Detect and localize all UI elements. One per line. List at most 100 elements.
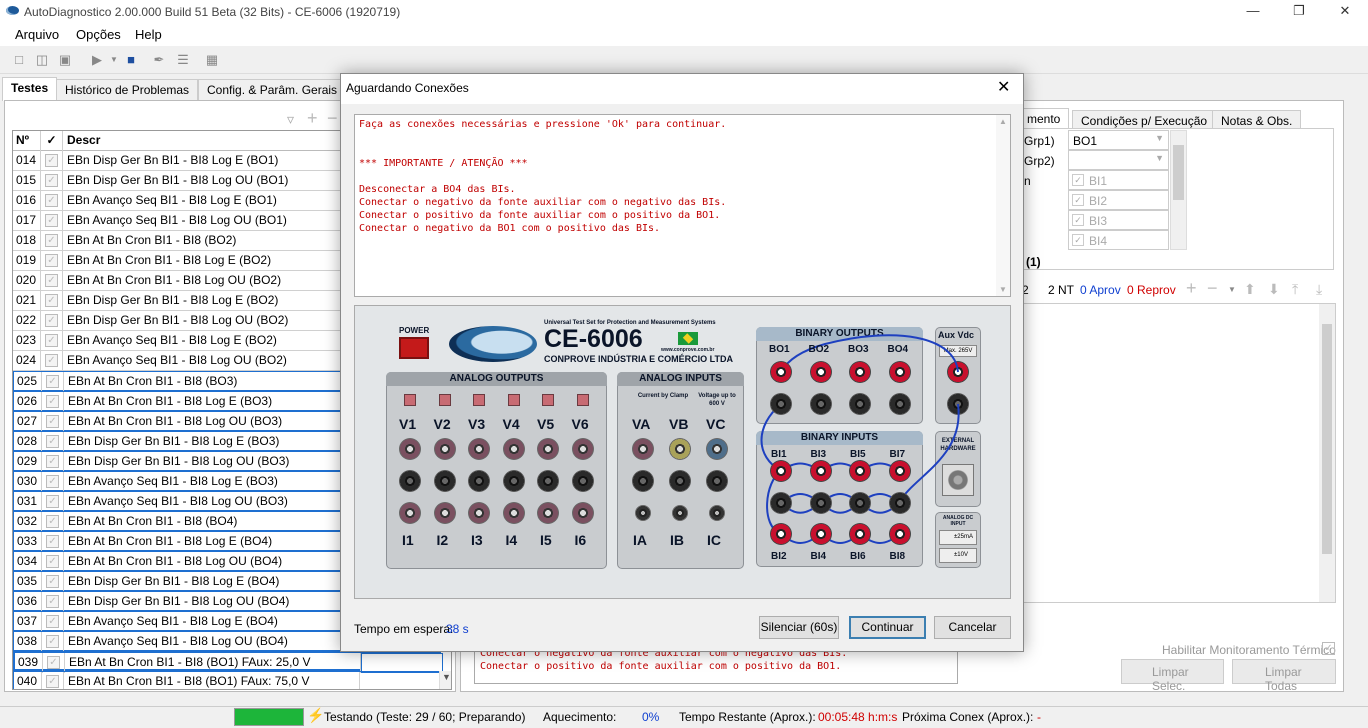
tab-historico[interactable]: Histórico de Problemas: [56, 79, 199, 101]
table-row[interactable]: 040 ✓ EBn At Bn Cron BI1 - BI8 (BO1) FAux:…: [13, 671, 442, 689]
row-checkbox[interactable]: ✓: [45, 174, 58, 187]
row-extra-cell[interactable]: [361, 653, 443, 673]
results-scrollbar[interactable]: [1319, 304, 1335, 602]
monitor-checkbox[interactable]: ✓: [1322, 642, 1335, 655]
menu-opcoes[interactable]: Opções: [76, 27, 121, 42]
binary-input-positive-jack: [809, 523, 832, 545]
row-checkbox[interactable]: ✓: [46, 415, 59, 428]
row-checkbox[interactable]: ✓: [45, 234, 58, 247]
bi-list-item[interactable]: ✓ BI2: [1068, 190, 1169, 210]
row-num: 017: [13, 211, 41, 231]
heating-label: Aquecimento:: [543, 710, 617, 724]
row-checkbox[interactable]: ✓: [46, 535, 59, 548]
row-checkbox[interactable]: ✓: [45, 354, 58, 367]
move-up-icon[interactable]: ⬆: [1244, 281, 1256, 298]
chevron-down-icon[interactable]: ▼: [1228, 285, 1236, 294]
row-num: 036: [14, 592, 42, 612]
close-window-button[interactable]: ✕: [1322, 0, 1368, 24]
row-checkbox[interactable]: ✓: [46, 595, 59, 608]
scroll-down-button[interactable]: ▼: [439, 671, 451, 689]
bi-checkbox[interactable]: ✓: [1072, 214, 1084, 226]
row-checkbox[interactable]: ✓: [46, 555, 59, 568]
clear-selected-label: Limpar Selec.: [1152, 665, 1189, 693]
calculator-icon[interactable]: ▦: [203, 51, 221, 69]
move-top-icon[interactable]: ⤒: [1292, 281, 1298, 298]
row-checkbox[interactable]: ✓: [45, 254, 58, 267]
header-check[interactable]: ✓: [41, 131, 63, 151]
row-checkbox[interactable]: ✓: [47, 656, 60, 669]
dialog-title: Aguardando Conexões: [346, 81, 469, 95]
row-checkbox[interactable]: ✓: [46, 495, 59, 508]
new-file-icon[interactable]: □: [10, 51, 28, 69]
move-bottom-icon[interactable]: ⤓: [1316, 281, 1322, 298]
header-num[interactable]: Nº: [13, 131, 41, 151]
minimize-button[interactable]: —: [1230, 0, 1276, 24]
row-check-cell: ✓: [42, 412, 64, 432]
continue-button[interactable]: Continuar: [849, 616, 926, 639]
bi-list-item[interactable]: ✓ BI1: [1068, 170, 1169, 190]
clear-all-button[interactable]: Limpar Todas: [1232, 659, 1336, 693]
remove-icon[interactable]: −: [1207, 278, 1218, 299]
tab-config[interactable]: Config. & Parâm. Gerais: [198, 79, 347, 101]
params-scrollbar[interactable]: [1170, 130, 1187, 250]
play-icon[interactable]: ▶: [88, 51, 106, 69]
row-checkbox[interactable]: ✓: [46, 475, 59, 488]
status-testing: Testando (Teste: 29 / 60; Preparando): [324, 710, 526, 724]
row-checkbox[interactable]: ✓: [46, 435, 59, 448]
param-select-2[interactable]: ▼: [1068, 150, 1169, 170]
close-icon[interactable]: ✕: [997, 77, 1010, 97]
bi-list-item[interactable]: ✓ BI3: [1068, 210, 1169, 230]
open-folder-icon[interactable]: ◫: [33, 51, 51, 69]
row-checkbox[interactable]: ✓: [46, 395, 59, 408]
row-checkbox[interactable]: ✓: [45, 214, 58, 227]
bi-list-item[interactable]: ✓ BI4: [1068, 230, 1169, 250]
row-checkbox[interactable]: ✓: [46, 455, 59, 468]
row-check-cell: ✓: [42, 532, 64, 552]
clamp-jack: [672, 505, 688, 521]
row-desc: EBn At Bn Cron BI1 - BI8 (BO1) FAux: 25,…: [65, 653, 361, 673]
bi-checkbox[interactable]: ✓: [1072, 174, 1084, 186]
menu-help[interactable]: Help: [135, 27, 162, 42]
broom-icon[interactable]: ☰: [174, 51, 192, 69]
clear-selected-button[interactable]: Limpar Selec.: [1121, 659, 1224, 693]
add-icon[interactable]: +: [1186, 278, 1197, 299]
maximize-button[interactable]: ❐: [1276, 0, 1322, 24]
bi-checkbox[interactable]: ✓: [1072, 194, 1084, 206]
table-row[interactable]: 039 ✓ EBn At Bn Cron BI1 - BI8 (BO1) FAux:…: [13, 651, 443, 673]
row-checkbox[interactable]: ✓: [46, 635, 59, 648]
row-checkbox[interactable]: ✓: [46, 375, 59, 388]
chevron-down-icon[interactable]: ▼: [105, 51, 123, 69]
row-desc: EBn Avanço Seq BI1 - BI8 Log OU (BO2): [63, 351, 359, 371]
row-checkbox[interactable]: ✓: [46, 515, 59, 528]
add-icon[interactable]: +: [307, 108, 318, 129]
row-check-cell: ✓: [42, 632, 64, 652]
silence-button[interactable]: Silenciar (60s): [759, 616, 839, 639]
row-num: 018: [13, 231, 41, 251]
filter-icon[interactable]: ▿: [287, 111, 294, 128]
row-checkbox[interactable]: ✓: [45, 314, 58, 327]
bi-checkbox[interactable]: ✓: [1072, 234, 1084, 246]
row-checkbox[interactable]: ✓: [45, 294, 58, 307]
analog-input-v-jack: [706, 438, 728, 460]
row-checkbox[interactable]: ✓: [46, 575, 59, 588]
param-select-1[interactable]: BO1 ▼: [1068, 130, 1169, 150]
row-checkbox[interactable]: ✓: [45, 154, 58, 167]
row-checkbox[interactable]: ✓: [45, 334, 58, 347]
save-icon[interactable]: ▣: [56, 51, 74, 69]
tab-testes[interactable]: Testes: [2, 77, 58, 101]
bi-label: BI4: [1089, 234, 1108, 248]
header-desc[interactable]: Descr: [63, 131, 359, 151]
row-checkbox[interactable]: ✓: [45, 274, 58, 287]
stop-icon[interactable]: ■: [122, 51, 140, 69]
row-checkbox[interactable]: ✓: [46, 675, 59, 688]
row-extra-cell[interactable]: [360, 672, 442, 689]
remove-icon[interactable]: −: [327, 108, 338, 129]
row-checkbox[interactable]: ✓: [45, 194, 58, 207]
menu-arquivo[interactable]: Arquivo: [15, 27, 59, 42]
row-checkbox[interactable]: ✓: [46, 615, 59, 628]
move-down-icon[interactable]: ⬇: [1268, 281, 1280, 298]
binary-input-label: BI4: [810, 551, 827, 562]
message-scrollbar[interactable]: ▲ ▼: [996, 115, 1010, 296]
cancel-button[interactable]: Cancelar: [934, 616, 1011, 639]
brush-icon[interactable]: ✒: [150, 51, 168, 69]
